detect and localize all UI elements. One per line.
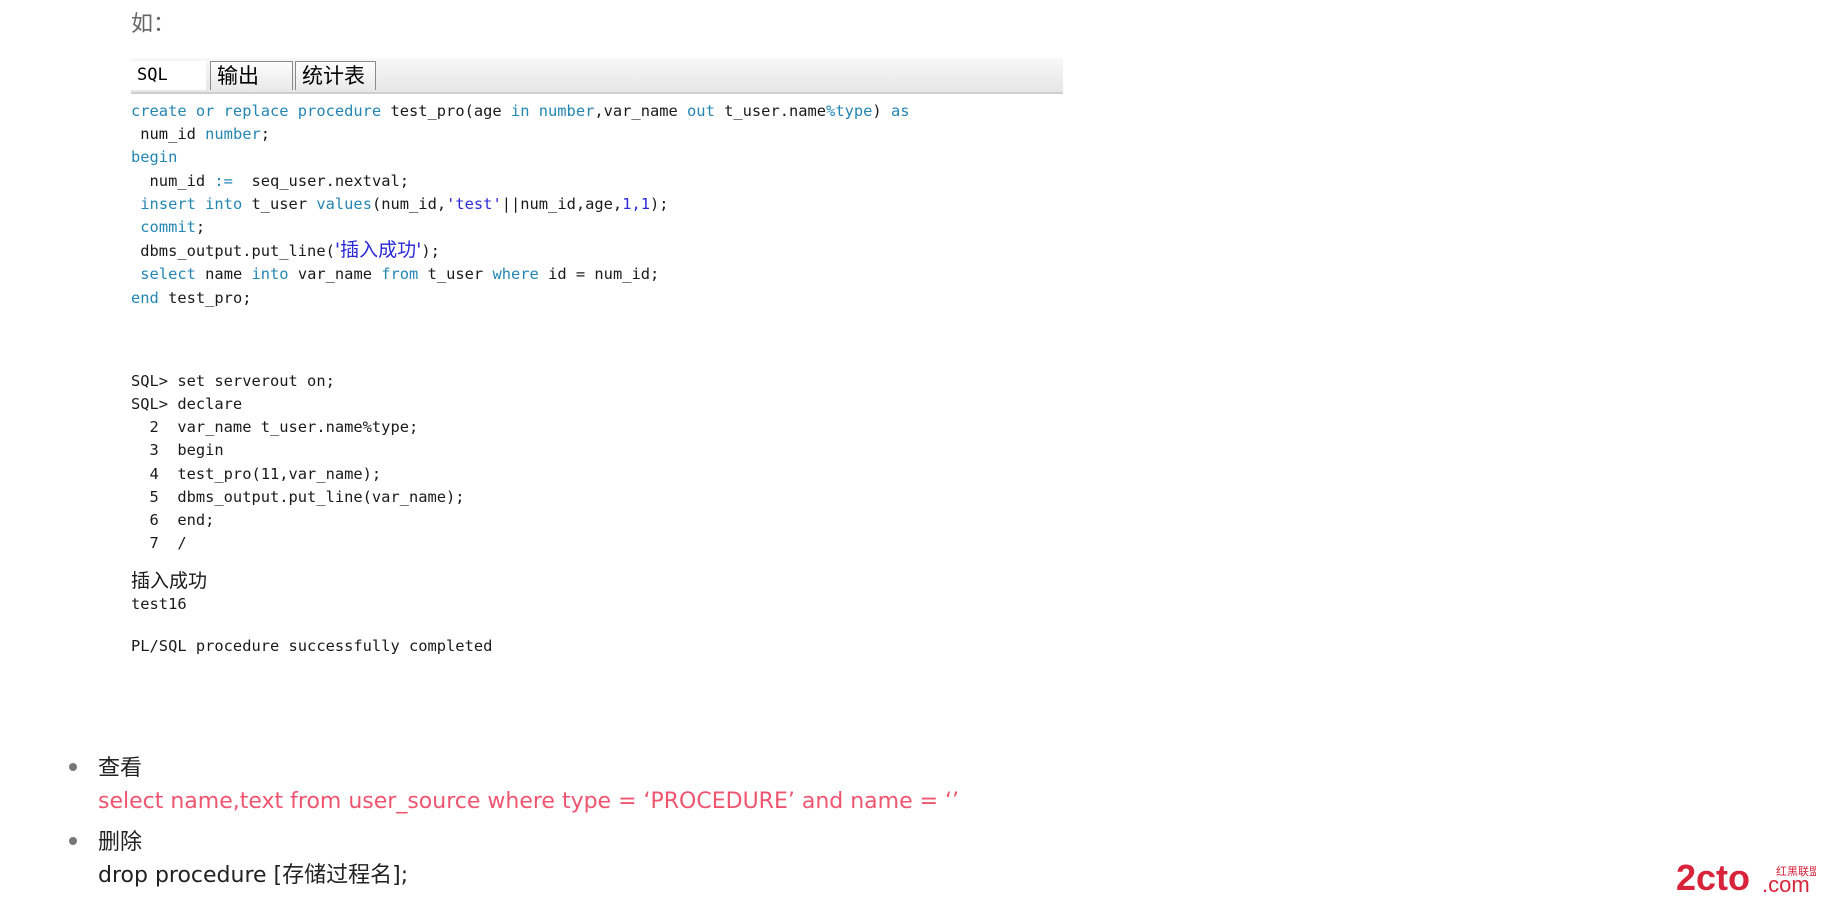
code-token: select bbox=[140, 265, 196, 284]
bullet-list: 查看 select name,text from user_source whe… bbox=[66, 753, 959, 901]
code-token: ||num_id,age, bbox=[501, 194, 623, 213]
code-token: := bbox=[214, 171, 233, 190]
bullet-dot-icon bbox=[69, 763, 77, 771]
code-token: seq_user.nextval; bbox=[232, 171, 410, 190]
code-token: id = num_id; bbox=[538, 265, 660, 284]
code-token: commit bbox=[140, 218, 196, 237]
code-token: ); bbox=[421, 242, 440, 261]
tab-stats[interactable]: 统计表 bbox=[295, 61, 376, 90]
code-token: ; bbox=[260, 125, 271, 144]
code-token: num_id bbox=[131, 171, 215, 190]
code-token: t_user.name bbox=[714, 102, 827, 120]
code-token: out bbox=[687, 102, 715, 120]
watermark-sub: .com bbox=[1762, 872, 1810, 897]
code-token: from bbox=[381, 265, 419, 284]
sqlplus-console: SQL> set serverout on; SQL> declare 2 va… bbox=[131, 370, 1063, 658]
list-item: 删除 drop procedure [存储过程名]; bbox=[66, 827, 959, 893]
code-token: as bbox=[890, 102, 910, 120]
code-token: t_user bbox=[242, 194, 317, 213]
bullet-title: 查看 bbox=[98, 756, 143, 781]
plsql-editor-screenshot: SQL 输出 统计表 create or replace procedure t… bbox=[131, 58, 1063, 658]
code-token: test_pro(age bbox=[381, 102, 511, 120]
code-token: 'test' bbox=[446, 194, 502, 213]
bullet-dot-icon bbox=[69, 837, 77, 845]
code-token: into bbox=[251, 265, 289, 284]
code-token: , bbox=[631, 194, 641, 213]
code-token: create or replace procedure bbox=[131, 102, 382, 120]
code-token: number bbox=[205, 125, 261, 144]
code-token: in bbox=[510, 102, 530, 120]
code-token: %type bbox=[826, 102, 873, 120]
intro-text: 如： bbox=[131, 12, 176, 37]
code-token: begin bbox=[131, 148, 178, 167]
code-token: ); bbox=[650, 194, 669, 213]
code-token: ) bbox=[872, 102, 891, 120]
bullet-title: 删除 bbox=[98, 830, 143, 855]
code-token: name bbox=[195, 265, 252, 284]
console-line: 7 / bbox=[131, 534, 187, 553]
code-token: var_name bbox=[288, 265, 382, 284]
console-output-message: 插入成功 bbox=[131, 570, 208, 593]
code-token: end bbox=[131, 288, 159, 307]
code-token: t_user bbox=[418, 265, 493, 284]
list-item: 查看 select name,text from user_source whe… bbox=[66, 753, 959, 819]
bullet-code: select name,text from user_source where … bbox=[98, 789, 960, 814]
code-token: dbms_output.put_line( bbox=[131, 242, 335, 261]
code-token: ,var_name bbox=[594, 102, 688, 120]
sql-editor-code: create or replace procedure test_pro(age… bbox=[131, 100, 1063, 310]
console-line: 2 var_name t_user.name%type; bbox=[131, 418, 419, 437]
console-line: 6 end; bbox=[131, 511, 215, 530]
console-output-value: test16 bbox=[131, 595, 187, 614]
console-line: 3 begin bbox=[131, 441, 224, 460]
watermark-main: 2cto bbox=[1676, 858, 1750, 898]
code-token: (num_id, bbox=[371, 194, 447, 213]
console-line: SQL> set serverout on; bbox=[131, 371, 335, 390]
console-line: 4 test_pro(11,var_name); bbox=[131, 464, 382, 483]
console-gap bbox=[131, 617, 1063, 635]
site-watermark-logo: 2cto 红黑联盟 .com bbox=[1676, 858, 1816, 898]
code-token: ; bbox=[195, 218, 206, 237]
console-line: SQL> declare bbox=[131, 395, 243, 414]
tab-output[interactable]: 输出 bbox=[210, 61, 293, 90]
bullet-code: drop procedure [存储过程名]; bbox=[98, 863, 409, 888]
code-token: '插入成功' bbox=[334, 239, 422, 262]
tab-sql[interactable]: SQL bbox=[131, 61, 206, 90]
console-completed: PL/SQL procedure successfully completed bbox=[131, 636, 493, 655]
console-line: 5 dbms_output.put_line(var_name); bbox=[131, 487, 465, 506]
code-token: num_id bbox=[131, 125, 206, 144]
code-token: test_pro; bbox=[158, 288, 252, 307]
code-token: values bbox=[316, 194, 372, 213]
code-token: where bbox=[492, 265, 539, 284]
code-token: 1 bbox=[640, 194, 651, 213]
code-token: number bbox=[538, 102, 595, 120]
tab-bar: SQL 输出 统计表 bbox=[131, 58, 1063, 94]
code-token: insert into bbox=[140, 194, 243, 213]
